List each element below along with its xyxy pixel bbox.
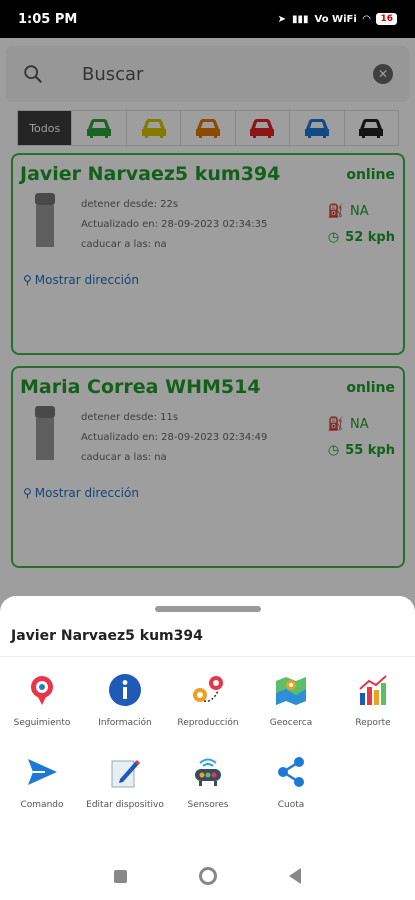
geofence-map-icon [271,670,311,710]
info-icon [105,670,145,710]
sensors-icon [188,752,228,792]
action-editar-dispositivo-button[interactable]: Editar dispositivo [83,752,167,810]
action-reporte-button[interactable]: Reporte [331,670,415,728]
back-button[interactable] [289,868,301,884]
action-label: Reproducción [177,718,239,728]
status-icons: ➤ ▮▮▮ Vo WiFi ◠ 16 [278,13,397,25]
recents-button[interactable] [114,869,127,883]
edit-device-icon [105,752,145,792]
system-nav-bar [0,852,415,900]
divider [0,656,415,657]
action-comando-button[interactable]: Comando [0,752,84,810]
location-icon: ➤ [277,13,286,25]
action-reproduccion-button[interactable]: Reproducción [166,670,250,728]
signal-icon: ▮▮▮ [291,13,309,25]
action-sensores-button[interactable]: Sensores [166,752,250,810]
action-informacion-button[interactable]: Información [83,670,167,728]
share-icon [271,752,311,792]
action-label: Geocerca [269,718,313,728]
wifi-icon: ◠ [362,13,371,25]
action-label: Información [98,718,152,728]
action-label: Comando [20,800,64,810]
action-label: Cuota [277,800,305,810]
action-label: Seguimiento [13,718,71,728]
battery-icon: 16 [376,13,397,25]
action-label: Editar dispositivo [86,800,164,810]
status-bar: 1:05 PM ➤ ▮▮▮ Vo WiFi ◠ 16 [0,0,415,38]
tracking-pin-icon [22,670,62,710]
network-label: Vo WiFi [314,13,357,25]
action-label: Reporte [355,718,391,728]
route-playback-icon [188,670,228,710]
action-label: Sensores [187,800,229,810]
status-time: 1:05 PM [18,11,78,27]
home-button[interactable] [199,867,217,885]
sheet-drag-handle[interactable] [155,606,261,612]
action-seguimiento-button[interactable]: Seguimiento [0,670,84,728]
action-geocerca-button[interactable]: Geocerca [249,670,333,728]
report-chart-icon [353,670,393,710]
action-cuota-button[interactable]: Cuota [249,752,333,810]
sheet-title: Javier Narvaez5 kum394 [11,628,203,644]
send-command-icon [22,752,62,792]
